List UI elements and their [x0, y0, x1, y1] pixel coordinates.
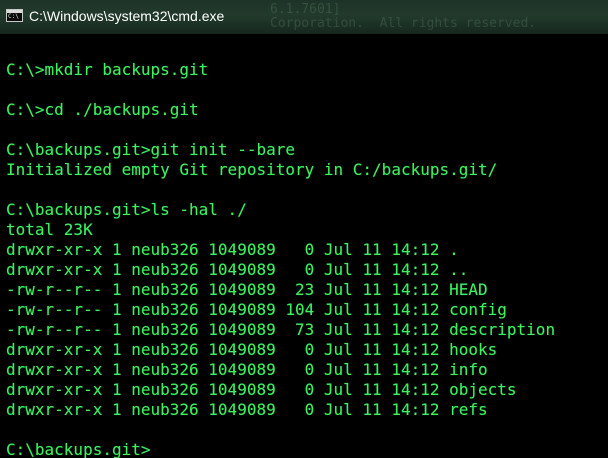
window-title: C:\Windows\system32\cmd.exe: [29, 8, 225, 24]
console-line: C:\>cd ./backups.git: [6, 100, 199, 119]
console-line: -rw-r--r-- 1 neub326 1049089 73 Jul 11 1…: [6, 320, 556, 339]
console-output[interactable]: C:\>mkdir backups.git C:\>cd ./backups.g…: [6, 40, 604, 458]
console-line: drwxr-xr-x 1 neub326 1049089 0 Jul 11 14…: [6, 240, 459, 259]
console-line: Initialized empty Git repository in C:/b…: [6, 160, 498, 179]
console-line: C:\backups.git>ls -hal ./: [6, 200, 247, 219]
cmd-app-icon[interactable]: [6, 9, 23, 22]
console-line: drwxr-xr-x 1 neub326 1049089 0 Jul 11 14…: [6, 360, 488, 379]
console-line: C:\backups.git>git init --bare: [6, 140, 295, 159]
cmd-window: 6.1.7601] Corporation. All rights reserv…: [0, 0, 608, 458]
console-line: drwxr-xr-x 1 neub326 1049089 0 Jul 11 14…: [6, 260, 469, 279]
console-line: -rw-r--r-- 1 neub326 1049089 23 Jul 11 1…: [6, 280, 488, 299]
console-line: drwxr-xr-x 1 neub326 1049089 0 Jul 11 14…: [6, 380, 517, 399]
title-bar[interactable]: 6.1.7601] Corporation. All rights reserv…: [0, 0, 608, 34]
background-window-text: 6.1.7601] Corporation. All rights reserv…: [270, 2, 537, 31]
console-line: C:\>mkdir backups.git: [6, 60, 209, 79]
console-line: -rw-r--r-- 1 neub326 1049089 104 Jul 11 …: [6, 300, 507, 319]
console-line: drwxr-xr-x 1 neub326 1049089 0 Jul 11 14…: [6, 400, 488, 419]
command-prompt[interactable]: C:\backups.git>: [6, 440, 604, 458]
console-line: total 23K: [6, 220, 93, 239]
console-line: drwxr-xr-x 1 neub326 1049089 0 Jul 11 14…: [6, 340, 498, 359]
